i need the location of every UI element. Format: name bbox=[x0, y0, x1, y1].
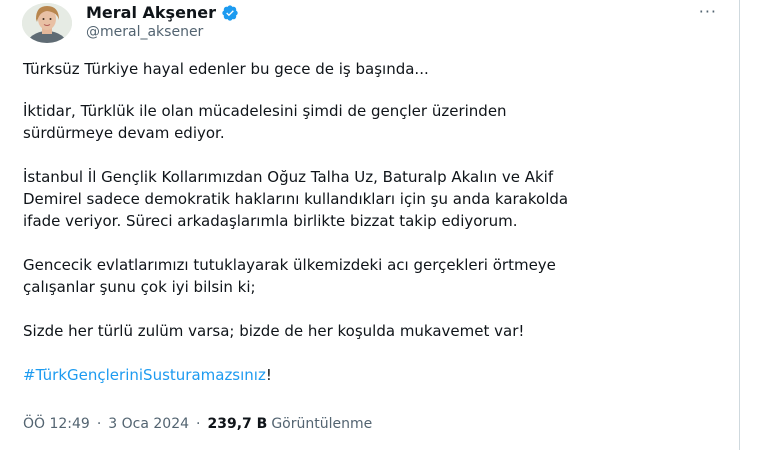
hashtag-suffix: ! bbox=[265, 366, 272, 384]
verified-badge-icon bbox=[222, 4, 238, 21]
author-name[interactable]: Meral Akşener bbox=[86, 3, 239, 22]
author-handle[interactable]: @meral_aksener bbox=[86, 24, 203, 40]
tweet-date[interactable]: 3 Oca 2024 bbox=[108, 416, 189, 432]
tweet-time[interactable]: ÖÖ 12:49 bbox=[23, 416, 90, 432]
tweet-metadata: ÖÖ 12:49 · 3 Oca 2024 · 239,7 B Görüntül… bbox=[23, 416, 372, 432]
profile-photo-icon bbox=[22, 3, 72, 43]
avatar[interactable] bbox=[22, 3, 72, 43]
hashtag-line: #TürkGençleriniSusturamazsınız! bbox=[23, 364, 723, 386]
views-count: 239,7 B bbox=[207, 416, 268, 432]
tweet-card: Meral Akşener @meral_aksener ··· Türksüz… bbox=[0, 0, 740, 450]
tweet-paragraph: Türksüz Türkiye hayal edenler bu gece de… bbox=[23, 60, 429, 78]
tweet-paragraph: Gencecik evlatlarımızı tutuklayarak ülke… bbox=[23, 256, 556, 296]
tweet-paragraph: İstanbul İl Gençlik Kollarımızdan Oğuz T… bbox=[23, 168, 569, 230]
meta-separator: · bbox=[96, 416, 102, 432]
hashtag-link[interactable]: #TürkGençleriniSusturamazsınız bbox=[23, 366, 266, 384]
tweet-text: Türksüz Türkiye hayal edenler bu gece de… bbox=[23, 58, 723, 386]
author-name-text[interactable]: Meral Akşener bbox=[86, 3, 216, 22]
more-options-icon[interactable]: ··· bbox=[699, 2, 717, 21]
tweet-paragraph: İktidar, Türklük ile olan mücadelesini ş… bbox=[23, 102, 507, 142]
tweet-paragraph: Sizde her türlü zulüm varsa; bizde de he… bbox=[23, 322, 525, 340]
meta-separator: · bbox=[196, 416, 201, 432]
views-label: Görüntülenme bbox=[271, 416, 373, 432]
